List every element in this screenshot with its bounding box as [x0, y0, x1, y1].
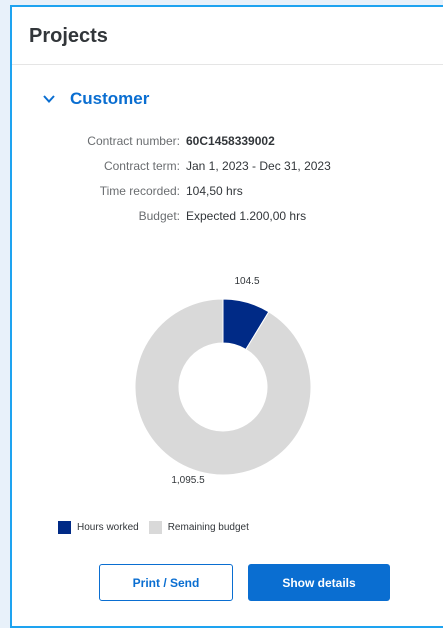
detail-label: Contract term:: [103, 159, 180, 173]
projects-card: Projects Customer Contract number: 60C14…: [10, 5, 443, 628]
show-details-button[interactable]: Show details: [248, 564, 390, 601]
legend-item-remaining-budget: Remaining budget: [148, 521, 249, 534]
budget-donut-chart: 104.5 1,095.5: [134, 276, 312, 486]
print-send-button[interactable]: Print / Send: [99, 564, 233, 601]
chart-legend: Hours worked Remaining budget: [58, 521, 259, 534]
detail-value: Jan 1, 2023 - Dec 31, 2023: [186, 159, 331, 173]
detail-row: Budget: Expected 1.200,00 hrs: [12, 204, 443, 229]
donut-slice-remaining-budget: [134, 298, 312, 476]
legend-item-hours-worked: Hours worked: [58, 521, 139, 534]
detail-value: 60C1458339002: [186, 134, 275, 148]
legend-swatch: [58, 521, 71, 534]
legend-label: Hours worked: [77, 522, 139, 533]
detail-value: Expected 1.200,00 hrs: [186, 209, 307, 223]
donut-data-label: 104.5: [234, 276, 259, 287]
customer-section-toggle[interactable]: Customer: [42, 89, 443, 109]
legend-label: Remaining budget: [167, 522, 249, 533]
chevron-down-icon: [43, 95, 55, 103]
card-header: Projects: [12, 7, 443, 65]
detail-value: 104,50 hrs: [186, 184, 243, 198]
detail-label: Budget:: [138, 209, 180, 223]
detail-label: Time recorded:: [99, 184, 180, 198]
detail-row: Contract number: 60C1458339002: [12, 129, 443, 154]
detail-row: Contract term: Jan 1, 2023 - Dec 31, 202…: [12, 154, 443, 179]
detail-row: Time recorded: 104,50 hrs: [12, 179, 443, 204]
detail-label: Contract number:: [87, 134, 180, 148]
section-title: Customer: [70, 89, 150, 108]
page-title: Projects: [29, 25, 108, 47]
donut-data-label: 1,095.5: [171, 475, 205, 486]
contract-details: Contract number: 60C1458339002 Contract …: [12, 129, 443, 229]
legend-swatch: [148, 521, 162, 534]
